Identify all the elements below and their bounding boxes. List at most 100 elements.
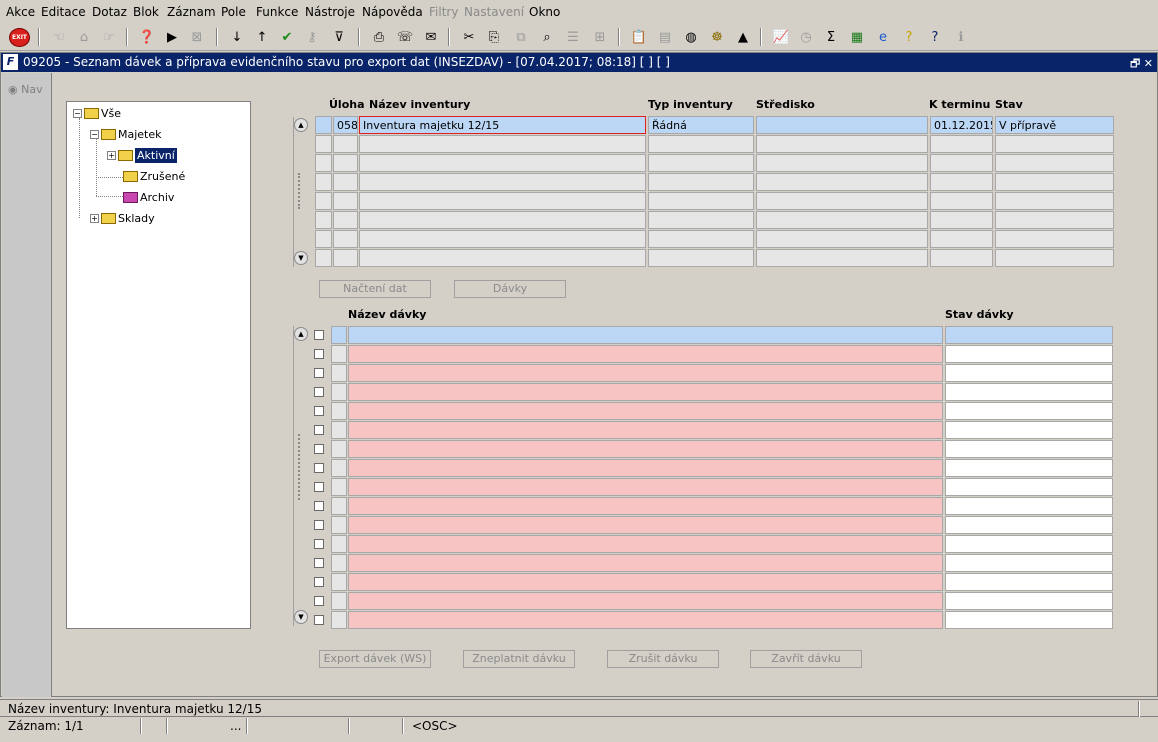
tree-icon[interactable]: ⊞ <box>589 27 611 48</box>
excel-icon[interactable]: ▦ <box>846 27 868 48</box>
table-cell[interactable] <box>359 173 646 191</box>
copy-icon[interactable]: ⧉ <box>510 27 532 48</box>
table-cell[interactable] <box>315 192 332 210</box>
fax-icon[interactable]: ☏ <box>394 27 416 48</box>
table-cell[interactable] <box>333 173 358 191</box>
cell-stav-davky[interactable] <box>945 592 1113 610</box>
batch-checkbox[interactable] <box>314 425 324 435</box>
batch-checkbox[interactable] <box>314 539 324 549</box>
tree-node-sklady[interactable]: + Sklady <box>90 212 155 225</box>
table-cell[interactable] <box>930 173 993 191</box>
cell-nazev-davky[interactable] <box>348 592 943 610</box>
sigma-icon[interactable]: Σ <box>820 27 842 48</box>
nacteni-dat-button[interactable]: Načtení dat <box>319 280 431 298</box>
tree-node-zrusene[interactable]: Zrušené <box>123 170 185 183</box>
menu-napoveda[interactable]: Nápověda <box>362 5 423 19</box>
cell-nazev-davky[interactable] <box>348 364 943 382</box>
row-indicator[interactable] <box>331 440 347 458</box>
query-execute-icon[interactable]: ▶ <box>161 27 183 48</box>
table-cell[interactable] <box>315 173 332 191</box>
query-enter-icon[interactable]: ❓ <box>136 27 158 48</box>
home-icon[interactable]: ⌂ <box>73 27 95 48</box>
collapse-icon[interactable]: − <box>90 130 99 139</box>
list-icon[interactable]: ☰ <box>562 27 584 48</box>
table-cell[interactable] <box>930 135 993 153</box>
globe-icon[interactable]: ◍ <box>680 27 702 48</box>
nav-label[interactable]: ◉ Nav <box>8 83 43 96</box>
query-cancel-icon[interactable]: ⊠ <box>186 27 208 48</box>
tree-node-majetek[interactable]: − Majetek <box>90 128 162 141</box>
clock-icon[interactable]: ◷ <box>795 27 817 48</box>
batch-checkbox[interactable] <box>314 615 324 625</box>
table-cell[interactable] <box>930 211 993 229</box>
row-indicator[interactable] <box>331 611 347 629</box>
table-cell[interactable] <box>359 211 646 229</box>
mail-icon[interactable]: ✉ <box>420 27 442 48</box>
search-icon[interactable]: ⌕ <box>536 27 558 48</box>
sort-descending-icon[interactable]: ↑ <box>251 27 273 48</box>
hand-right-icon[interactable]: ☞ <box>98 27 120 48</box>
cell-nazev-davky[interactable] <box>348 402 943 420</box>
help-context-icon[interactable]: ? <box>898 27 920 48</box>
cell-stav-davky[interactable] <box>945 440 1113 458</box>
batch-checkbox[interactable] <box>314 444 324 454</box>
menu-nastroje[interactable]: Nástroje <box>305 5 355 19</box>
export-davek-button[interactable]: Export dávek (WS) <box>319 650 431 668</box>
table-cell[interactable] <box>315 211 332 229</box>
table-cell[interactable] <box>359 249 646 267</box>
cell-nazev-davky[interactable] <box>348 516 943 534</box>
table-cell[interactable] <box>333 249 358 267</box>
chart-icon[interactable]: 📈 <box>770 27 792 48</box>
table-cell[interactable] <box>333 154 358 172</box>
table-cell[interactable] <box>756 192 928 210</box>
table-cell[interactable] <box>930 230 993 248</box>
zrusit-davku-button[interactable]: Zrušit dávku <box>607 650 719 668</box>
cell-nazev-davky[interactable] <box>348 440 943 458</box>
table-cell[interactable] <box>359 135 646 153</box>
batch-checkbox[interactable] <box>314 501 324 511</box>
batch-checkbox[interactable] <box>314 577 324 587</box>
cell-stav-davky[interactable] <box>945 364 1113 382</box>
table-cell[interactable] <box>315 135 332 153</box>
table-cell[interactable] <box>756 154 928 172</box>
cell-stav-davky[interactable] <box>945 573 1113 591</box>
table-cell[interactable] <box>648 135 754 153</box>
help-icon[interactable]: ? <box>924 27 946 48</box>
cell-nazev-davky[interactable] <box>348 497 943 515</box>
table-cell[interactable] <box>756 135 928 153</box>
info-icon[interactable]: ℹ <box>950 27 972 48</box>
expand-icon[interactable]: + <box>90 214 99 223</box>
row-indicator[interactable] <box>331 459 347 477</box>
cut-icon[interactable]: ✂ <box>458 27 480 48</box>
cell-stav-davky[interactable] <box>945 611 1113 629</box>
table-cell[interactable] <box>995 211 1114 229</box>
scroll-up-icon[interactable]: ▲ <box>294 118 308 132</box>
menu-filtry[interactable]: Filtry <box>429 5 458 19</box>
table-cell[interactable] <box>648 249 754 267</box>
row-indicator[interactable] <box>331 516 347 534</box>
cell-stav[interactable]: V přípravě <box>995 116 1114 134</box>
menu-editace[interactable]: Editace <box>41 5 86 19</box>
zneplatnit-davku-button[interactable]: Zneplatnit dávku <box>463 650 575 668</box>
cell-nazev-davky[interactable] <box>348 326 943 344</box>
scroll-up-icon[interactable]: ▲ <box>294 327 308 341</box>
table-cell[interactable] <box>648 230 754 248</box>
table-cell[interactable] <box>315 230 332 248</box>
cell-stav-davky[interactable] <box>945 383 1113 401</box>
sort-ascending-icon[interactable]: ↓ <box>226 27 248 48</box>
filter-icon[interactable]: ⊽ <box>328 27 350 48</box>
table-cell[interactable] <box>995 135 1114 153</box>
batch-checkbox[interactable] <box>314 368 324 378</box>
expand-icon[interactable]: + <box>107 151 116 160</box>
row-indicator[interactable] <box>331 497 347 515</box>
scroll-grip[interactable] <box>298 434 302 500</box>
cell-nazev-davky[interactable] <box>348 535 943 553</box>
batch-checkbox[interactable] <box>314 330 324 340</box>
cell-nazev-davky[interactable] <box>348 478 943 496</box>
row-indicator[interactable] <box>331 383 347 401</box>
batch-checkbox[interactable] <box>314 596 324 606</box>
menu-funkce[interactable]: Funkce <box>256 5 298 19</box>
hand-left-icon[interactable]: ☜ <box>48 27 70 48</box>
table-cell[interactable] <box>333 230 358 248</box>
table-cell[interactable] <box>756 211 928 229</box>
